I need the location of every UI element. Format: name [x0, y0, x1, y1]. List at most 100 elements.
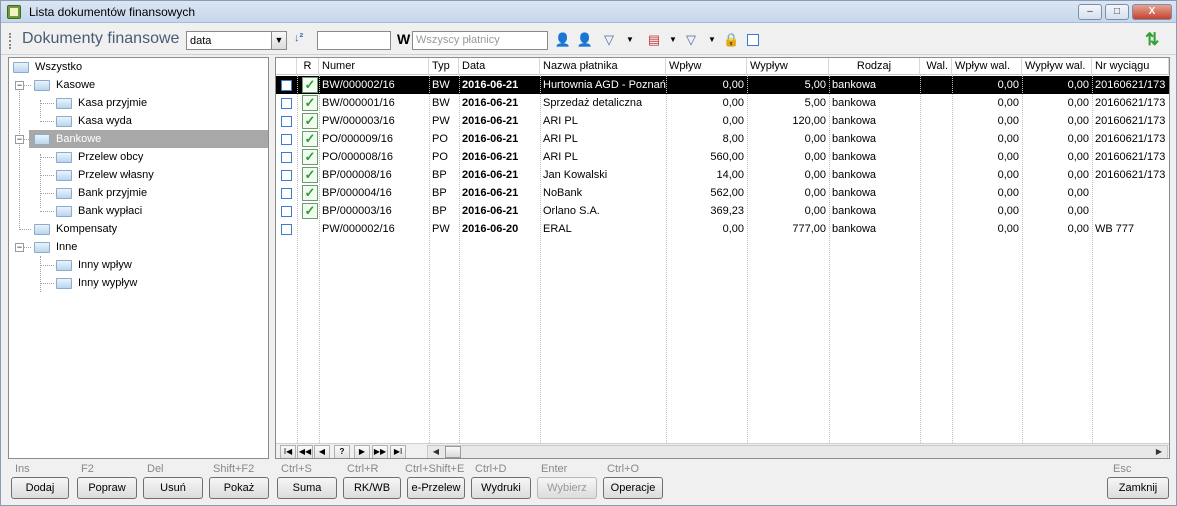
title-bar: Lista dokumentów finansowych – □ X [1, 1, 1176, 23]
column-header-typ[interactable]: Typ [429, 58, 459, 75]
tree-item-wszystko[interactable]: Wszystko [13, 58, 263, 76]
column-header-r[interactable]: R [297, 58, 319, 75]
dropdown-icon[interactable]: ▼ [707, 31, 717, 49]
column-header-numer[interactable]: Numer [319, 58, 429, 75]
cell-wyplyw-wal: 0,00 [1067, 223, 1089, 235]
horizontal-scrollbar[interactable]: ◀ ▶ [427, 445, 1168, 458]
payer-input[interactable]: Wszyscy płatnicy [412, 31, 548, 50]
row-select-checkbox[interactable] [281, 152, 292, 163]
first-record-button[interactable]: I◀ [280, 445, 296, 458]
cell-wyplyw-wal: 0,00 [1067, 151, 1089, 163]
tree-item-bankowe[interactable]: Bankowe [29, 130, 268, 148]
sort-select[interactable]: data ▼ [186, 31, 287, 50]
tree-item-kasowe[interactable]: Kasowe [34, 76, 254, 94]
tree-item-bank-wyplaci[interactable]: Bank wypłaci [56, 202, 256, 220]
tree-item-kasa-przyjmie[interactable]: Kasa przyjmie [56, 94, 256, 112]
scroll-left-icon[interactable]: ◀ [429, 446, 443, 458]
table-row[interactable]: ✓ PW/000003/16 PW 2016-06-21 ARI PL 0,00 120,0… [276, 112, 1169, 130]
column-header-nazwa[interactable]: Nazwa płatnika [540, 58, 666, 75]
scroll-thumb[interactable] [445, 446, 461, 458]
table-row[interactable]: ✓ BP/000004/16 BP 2016-06-21 NoBank 562,00 0,0… [276, 184, 1169, 202]
rk-wb-button[interactable]: RK/WB [343, 477, 401, 499]
column-header-select[interactable] [276, 58, 297, 75]
column-header-wplyw[interactable]: Wpływ [666, 58, 747, 75]
prev-page-button[interactable]: ◀◀ [297, 445, 313, 458]
filter-icon[interactable]: ▽ [601, 31, 617, 49]
close-button[interactable]: X [1132, 4, 1172, 20]
sum-button[interactable]: Suma [277, 477, 337, 499]
documents-grid: R Numer Typ Data Nazwa płatnika Wpływ Wy… [275, 57, 1170, 459]
table-row[interactable]: ✓ PO/000008/16 PO 2016-06-21 ARI PL 560,00 0,0… [276, 148, 1169, 166]
print-button[interactable]: Wydruki [471, 477, 531, 499]
column-header-nr-wyciagu[interactable]: Nr wyciągu [1092, 58, 1169, 75]
cell-wplyw: 562,00 [710, 187, 744, 199]
refresh-icon[interactable]: ⇅ [1145, 30, 1159, 50]
dropdown-icon[interactable]: ▼ [668, 31, 678, 49]
chevron-down-icon[interactable]: ▼ [271, 32, 286, 49]
minimize-button[interactable]: – [1078, 4, 1102, 20]
column-header-wplyw-wal[interactable]: Wpływ wal. [952, 58, 1022, 75]
table-row[interactable]: ✓ BP/000008/16 BP 2016-06-21 Jan Kowalski 14,… [276, 166, 1169, 184]
row-select-checkbox[interactable] [281, 134, 292, 145]
tree-item-kompensaty[interactable]: Kompensaty [34, 220, 254, 238]
table-row[interactable]: ✓ BW/000001/16 BW 2016-06-21 Sprzedaż detali… [276, 94, 1169, 112]
column-divider [540, 75, 541, 443]
tree-item-inne[interactable]: Inne [34, 238, 254, 256]
operations-button[interactable]: Operacje [603, 477, 663, 499]
next-record-button[interactable]: ▶ [354, 445, 370, 458]
payer-add-icon[interactable]: 👤 [576, 31, 594, 49]
e-przelew-button[interactable]: e-Przelew [407, 477, 465, 499]
sort-order-icon[interactable]: ↓² [294, 32, 303, 44]
row-select-checkbox[interactable] [281, 206, 292, 217]
close-window-button[interactable]: Zamknij [1107, 477, 1169, 499]
next-page-button[interactable]: ▶▶ [372, 445, 388, 458]
collapse-icon[interactable]: − [15, 243, 24, 252]
add-button[interactable]: Dodaj [11, 477, 69, 499]
tree-item-przelew-obcy[interactable]: Przelew obcy [56, 148, 256, 166]
goto-record-button[interactable]: ? [334, 445, 350, 458]
tree-item-kasa-wyda[interactable]: Kasa wyda [56, 112, 256, 130]
column-divider [829, 75, 830, 443]
calendar-icon[interactable]: ▤ [646, 31, 662, 49]
table-row[interactable]: ✓ PO/000009/16 PO 2016-06-21 ARI PL 8,00 0,00 b… [276, 130, 1169, 148]
prev-record-button[interactable]: ◀ [314, 445, 330, 458]
tree-item-bank-przyjmie[interactable]: Bank przyjmie [56, 184, 256, 202]
column-header-rodzaj[interactable]: Rodzaj [829, 58, 920, 75]
row-select-checkbox[interactable] [281, 170, 292, 181]
filter-input[interactable] [317, 31, 391, 50]
filter-edit-icon[interactable]: ▽ [683, 31, 699, 49]
table-row[interactable]: PW/000002/16 PW 2016-06-20 ERAL 0,00 777,00 ba… [276, 220, 1169, 238]
scroll-right-icon[interactable]: ▶ [1152, 446, 1166, 458]
table-row[interactable]: ✓ BW/000002/16 BW 2016-06-21 Hurtownia AGD -… [276, 76, 1169, 94]
checkbox-icon[interactable] [747, 34, 759, 46]
column-header-wal[interactable]: Wal. [920, 58, 952, 75]
row-select-checkbox[interactable] [281, 80, 292, 91]
last-record-button[interactable]: ▶I [390, 445, 406, 458]
delete-button[interactable]: Usuń [143, 477, 203, 499]
lock-icon[interactable]: 🔒 [723, 31, 739, 49]
cell-typ: BW [432, 97, 450, 109]
cell-platnik: NoBank [543, 187, 583, 199]
row-select-checkbox[interactable] [281, 116, 292, 127]
cell-data: 2016-06-21 [462, 97, 519, 109]
collapse-icon[interactable]: − [15, 81, 24, 90]
column-header-wyplyw-wal[interactable]: Wypływ wal. [1022, 58, 1092, 75]
column-header-wyplyw[interactable]: Wypływ [747, 58, 829, 75]
edit-button[interactable]: Popraw [77, 477, 137, 499]
select-button[interactable]: Wybierz [537, 477, 597, 499]
dropdown-icon[interactable]: ▼ [625, 31, 635, 49]
row-select-checkbox[interactable] [281, 188, 292, 199]
tree-item-inny-wyplyw[interactable]: Inny wypływ [56, 274, 256, 292]
row-select-checkbox[interactable] [281, 98, 292, 109]
maximize-button[interactable]: □ [1105, 4, 1129, 20]
tree-item-przelew-wlasny[interactable]: Przelew własny [56, 166, 256, 184]
tree-item-inny-wplyw[interactable]: Inny wpływ [56, 256, 256, 274]
row-select-checkbox[interactable] [281, 224, 292, 235]
collapse-icon[interactable]: − [15, 135, 24, 144]
show-button[interactable]: Pokaż [209, 477, 269, 499]
payer-icon[interactable]: 👤 [554, 31, 572, 49]
toolbar-grip[interactable] [9, 33, 12, 49]
cell-wyplyw: 5,00 [804, 79, 826, 91]
column-header-data[interactable]: Data [459, 58, 540, 75]
table-row[interactable]: ✓ BP/000003/16 BP 2016-06-21 Orlano S.A. 369,… [276, 202, 1169, 220]
